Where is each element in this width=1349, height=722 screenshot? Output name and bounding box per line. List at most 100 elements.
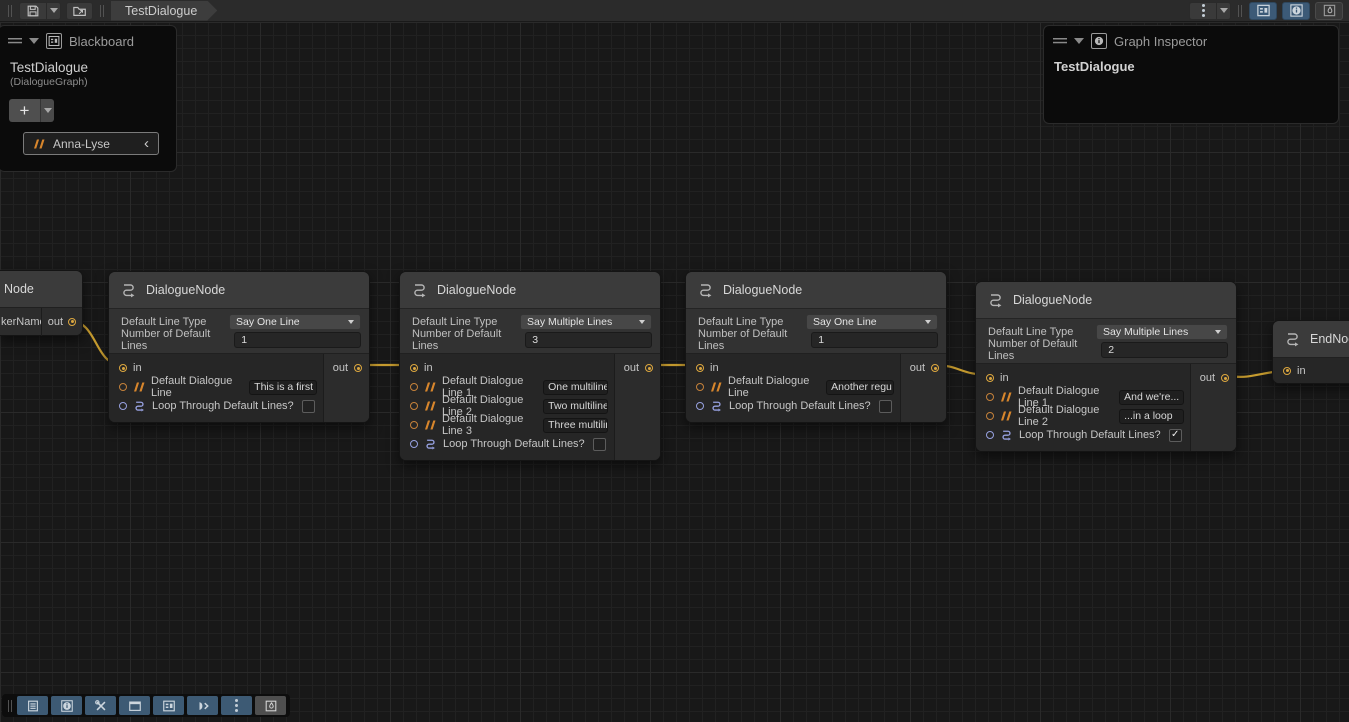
dialogue-node-3[interactable]: DialogueNode Default Line Type Say One L… [685, 271, 947, 423]
line-type-dropdown[interactable]: Say Multiple Lines [1096, 324, 1228, 340]
in-port-label: in [1297, 365, 1306, 377]
line-value-field[interactable]: Three multilin [543, 418, 608, 433]
add-variable-dropdown[interactable] [40, 99, 54, 122]
toolbar-separator [1236, 5, 1244, 17]
chevron-left-icon[interactable]: ‹ [144, 136, 149, 151]
out-port[interactable] [931, 364, 939, 372]
blackboard-title: Blackboard [69, 34, 134, 49]
node-type-icon [697, 282, 714, 298]
kebab-menu-icon [1202, 4, 1205, 17]
toggle-blackboard-button[interactable] [1249, 2, 1277, 20]
dialogue-node-4[interactable]: DialogueNode Default Line Type Say Multi… [975, 281, 1237, 452]
dropdown-value: Say Multiple Lines [527, 316, 612, 328]
loop-checkbox[interactable] [879, 400, 892, 413]
line-port[interactable] [986, 412, 994, 420]
toolbar-drag-handle[interactable] [6, 700, 14, 712]
node-type-icon [1284, 331, 1301, 347]
save-button[interactable] [19, 2, 46, 20]
blackboard-icon [162, 699, 176, 713]
loop-checkbox[interactable] [593, 438, 606, 451]
dialogue-node-2[interactable]: DialogueNode Default Line Type Say Multi… [399, 271, 661, 461]
quote-icon [133, 382, 145, 392]
out-port[interactable] [1221, 374, 1229, 382]
line-value-field[interactable]: This is a first [249, 380, 317, 395]
node-start-partial[interactable]: Node kerName out [0, 270, 83, 336]
line-type-dropdown[interactable]: Say One Line [229, 314, 361, 330]
line-port[interactable] [410, 383, 418, 391]
tab-testdialogue[interactable]: TestDialogue [111, 1, 217, 21]
line-value-field[interactable]: Two multiline [543, 399, 608, 414]
prop-label: Default Line Type [698, 316, 783, 328]
in-port[interactable] [119, 364, 127, 372]
line-type-dropdown[interactable]: Say Multiple Lines [520, 314, 652, 330]
loop-label: Loop Through Default Lines? [1019, 429, 1161, 441]
blackboard-button[interactable] [153, 696, 184, 715]
loop-port[interactable] [410, 440, 418, 448]
tools-button[interactable] [85, 696, 116, 715]
num-lines-field[interactable]: 1 [811, 332, 938, 348]
toolbar-separator [98, 5, 106, 17]
preview-play-button[interactable] [187, 696, 218, 715]
prop-label: Number of Default Lines [698, 328, 811, 352]
in-port[interactable] [986, 374, 994, 382]
preview-toggle-button[interactable] [255, 696, 286, 715]
line-port[interactable] [410, 421, 418, 429]
line-port[interactable] [696, 383, 704, 391]
dialogue-node-1[interactable]: DialogueNode Default Line Type Say One L… [108, 271, 370, 423]
in-port[interactable] [696, 364, 704, 372]
inspector-button[interactable] [51, 696, 82, 715]
out-port-label: out [1200, 372, 1215, 384]
line-type-dropdown[interactable]: Say One Line [806, 314, 938, 330]
blackboard-field-anna-lyse[interactable]: Anna-Lyse ‹ [23, 132, 159, 155]
num-lines-field[interactable]: 1 [234, 332, 361, 348]
loop-port[interactable] [696, 402, 704, 410]
toolbar-drag-handle[interactable] [6, 5, 14, 17]
line-value-field[interactable]: And we're... [1119, 390, 1184, 405]
node-title: DialogueNode [723, 283, 802, 297]
add-variable-button[interactable]: + [9, 99, 40, 122]
loop-checkbox[interactable] [302, 400, 315, 413]
in-port-label: in [424, 362, 433, 374]
quote-icon [1000, 411, 1012, 421]
save-dropdown-button[interactable] [46, 2, 61, 20]
out-port[interactable] [354, 364, 362, 372]
line-value-field[interactable]: One multiline [543, 380, 608, 395]
collapse-caret-icon[interactable] [29, 38, 39, 44]
line-port[interactable] [986, 393, 994, 401]
caret-down-icon [639, 320, 645, 324]
out-port[interactable] [68, 318, 76, 326]
options-dropdown-button[interactable] [1216, 2, 1231, 20]
caret-down-icon [1220, 8, 1228, 13]
loop-checkbox[interactable]: ✓ [1169, 429, 1182, 442]
options-menu-button[interactable] [1189, 2, 1216, 20]
num-lines-field[interactable]: 2 [1101, 342, 1228, 358]
blackboard-panel: Blackboard TestDialogue (DialogueGraph) … [0, 25, 177, 172]
more-options-button[interactable] [221, 696, 252, 715]
line-value-field[interactable]: Another regu [826, 380, 894, 395]
out-port[interactable] [645, 364, 653, 372]
graph-editor-window: TestDialogue [0, 0, 1349, 722]
line-value-field[interactable]: ...in a loop [1119, 409, 1184, 424]
in-port-label: in [1000, 372, 1009, 384]
line-port[interactable] [410, 402, 418, 410]
toggle-preview-button[interactable] [1315, 2, 1343, 20]
graph-inspector-header[interactable]: Graph Inspector [1044, 26, 1338, 53]
window-button[interactable] [119, 696, 150, 715]
loop-port[interactable] [119, 402, 127, 410]
node-title: Node [4, 282, 34, 296]
window-icon [128, 699, 142, 713]
collapse-caret-icon[interactable] [1074, 38, 1084, 44]
num-lines-field[interactable]: 3 [525, 332, 652, 348]
in-port[interactable] [410, 364, 418, 372]
spark-icon [264, 699, 278, 713]
in-port[interactable] [1283, 367, 1291, 375]
loop-port[interactable] [986, 431, 994, 439]
end-node[interactable]: EndNode in [1272, 320, 1349, 384]
blackboard-header[interactable]: Blackboard [0, 26, 176, 53]
in-port-label: in [710, 362, 719, 374]
console-button[interactable] [17, 696, 48, 715]
open-asset-button[interactable] [66, 2, 93, 20]
toggle-inspector-button[interactable] [1282, 2, 1310, 20]
prop-label: Number of Default Lines [988, 338, 1101, 362]
line-port[interactable] [119, 383, 127, 391]
